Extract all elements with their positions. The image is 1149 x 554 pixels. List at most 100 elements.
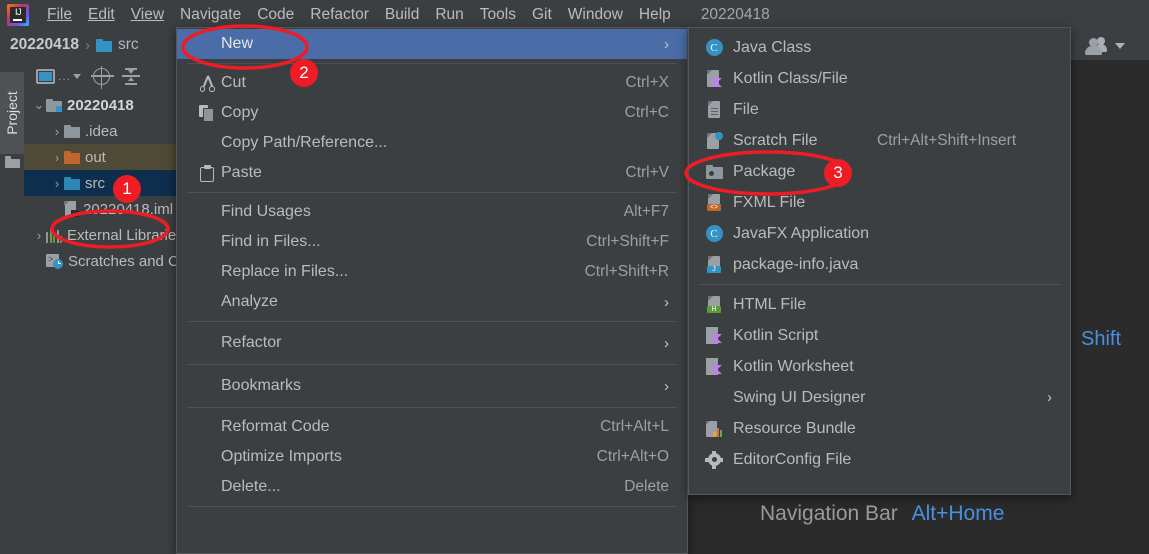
sidebar-item-project[interactable]: Project [0,72,24,154]
menu-separator [187,321,677,322]
menu-item-shortcut: Ctrl+V [625,164,670,181]
iml-file-icon [64,201,79,217]
breadcrumb-src[interactable]: src [118,36,139,54]
main-menu-bar: IJ File Edit View Navigate Code Refactor… [0,0,1149,30]
menu-item-analyze[interactable]: Analyze › [177,287,687,317]
menu-item-label: Copy [221,104,259,121]
tree-node-iml-file[interactable]: 20220418.iml [24,196,176,222]
submenu-item-label: FXML File [733,193,806,211]
java-class-icon: C [703,39,725,56]
menu-item-delete[interactable]: Delete... Delete [177,472,687,502]
menu-file-label: File [47,6,72,23]
menu-tools[interactable]: Tools [472,4,524,26]
badge-label: 1 [122,179,132,198]
menu-run[interactable]: Run [427,4,471,26]
menu-item-shortcut: Ctrl+Alt+O [596,448,669,465]
menu-build-label: Build [384,6,420,23]
submenu-item-kotlin-worksheet[interactable]: Kotlin Worksheet [689,351,1070,382]
menu-item-find-in-files[interactable]: Find in Files... Ctrl+Shift+F [177,227,687,257]
menu-git-label: Git [531,6,552,23]
submenu-item-resource-bundle[interactable]: Resource Bundle [689,413,1070,444]
tree-node-scratches[interactable]: >_ Scratches and Consoles [24,248,176,274]
package-icon [703,164,725,179]
users-icon[interactable] [1084,37,1110,55]
breadcrumb-project[interactable]: 20220418 [10,36,79,54]
submenu-item-kotlin-script[interactable]: Kotlin Script [689,320,1070,351]
collapse-all-icon [122,67,141,85]
chevron-right-icon[interactable]: › [50,124,64,139]
menu-refactor-label: Refactor [310,6,369,23]
submenu-item-html-file[interactable]: H HTML File [689,289,1070,320]
submenu-item-java-class[interactable]: C Java Class [689,32,1070,63]
tree-node-project-root[interactable]: ⌄ 20220418 [24,92,176,118]
tree-node-src[interactable]: › src [24,170,176,196]
tree-node-external-libraries[interactable]: › External Libraries [24,222,176,248]
menu-item-copy-path-reference[interactable]: Copy Path/Reference... [177,128,687,158]
menu-build[interactable]: Build [377,4,427,26]
menu-item-label: Find Usages [221,203,311,220]
html-file-icon: H [703,296,725,313]
folder-gray-icon [64,124,80,138]
menu-window[interactable]: Window [560,4,631,26]
submenu-item-kotlin-class-file[interactable]: Kotlin Class/File [689,63,1070,94]
project-view-selector[interactable]: ... [36,68,82,84]
menu-item-find-usages[interactable]: Find Usages Alt+F7 [177,197,687,227]
menu-item-label: Cut [221,74,246,91]
chevron-right-icon: › [664,293,669,311]
tree-node-idea[interactable]: › .idea [24,118,176,144]
menu-item-new[interactable]: New › [177,29,687,59]
menu-edit[interactable]: Edit [80,4,123,26]
chevron-right-icon[interactable]: › [50,150,64,165]
chevron-down-icon [73,73,82,79]
menu-file[interactable]: File [39,4,80,26]
collapse-all-button[interactable] [122,67,141,85]
menu-git[interactable]: Git [524,4,560,26]
tree-label: out [85,148,106,166]
menu-code[interactable]: Code [249,4,302,26]
menu-item-shortcut: Ctrl+X [625,74,670,91]
submenu-item-javafx-application[interactable]: C JavaFX Application [689,218,1070,249]
submenu-item-fxml-file[interactable]: <> FXML File [689,187,1070,218]
chevron-right-icon[interactable]: › [32,228,46,243]
menu-navigate-label: Navigate [180,6,242,23]
submenu-item-editorconfig-file[interactable]: EditorConfig File [689,444,1070,475]
project-tool-window: ... ⌄ 20220418 › .idea › out › src 20220… [24,60,177,554]
menu-item-label: Analyze [221,293,278,310]
submenu-item-package[interactable]: Package [689,156,1070,187]
menu-item-copy[interactable]: Copy Ctrl+C [177,98,687,128]
menu-item-bookmarks[interactable]: Bookmarks › [177,369,687,403]
menu-help[interactable]: Help [631,4,679,26]
kotlin-class-icon [703,70,725,87]
menu-separator [187,192,677,193]
submenu-item-file[interactable]: File [689,94,1070,125]
menu-separator [187,506,677,507]
menu-item-shortcut: Delete [624,478,669,495]
chevron-down-icon[interactable] [1114,43,1125,49]
menu-refactor[interactable]: Refactor [302,4,377,26]
tree-node-out[interactable]: › out [24,144,176,170]
submenu-item-package-info-java[interactable]: J package-info.java [689,249,1070,280]
chevron-down-icon[interactable]: ⌄ [32,97,46,113]
menu-item-label: Find in Files... [221,233,321,250]
menu-item-refactor[interactable]: Refactor › [177,326,687,360]
libraries-icon [46,228,62,243]
menu-item-paste[interactable]: Paste Ctrl+V [177,158,687,188]
menu-code-label: Code [257,6,295,23]
menu-item-reformat-code[interactable]: Reformat Code Ctrl+Alt+L [177,412,687,442]
menu-item-cut[interactable]: Cut Ctrl+X [177,68,687,98]
tree-label: Scratches and Consoles [68,252,176,270]
menu-tools-label: Tools [479,6,516,23]
new-submenu: C Java Class Kotlin Class/File File Scra… [688,27,1071,495]
submenu-item-scratch-file[interactable]: Scratch File Ctrl+Alt+Shift+Insert [689,125,1070,156]
menu-navigate[interactable]: Navigate [172,4,249,26]
submenu-item-label: Kotlin Worksheet [733,357,854,375]
project-toolbar: ... [24,60,176,92]
locate-file-button[interactable] [91,65,115,89]
menu-view[interactable]: View [123,4,172,26]
menu-item-optimize-imports[interactable]: Optimize Imports Ctrl+Alt+O [177,442,687,472]
submenu-item-label: Resource Bundle [733,419,856,437]
menu-item-replace-in-files[interactable]: Replace in Files... Ctrl+Shift+R [177,257,687,287]
submenu-item-swing-ui-designer[interactable]: Swing UI Designer › [689,382,1070,413]
menu-separator [699,284,1060,285]
chevron-right-icon[interactable]: › [50,176,64,191]
